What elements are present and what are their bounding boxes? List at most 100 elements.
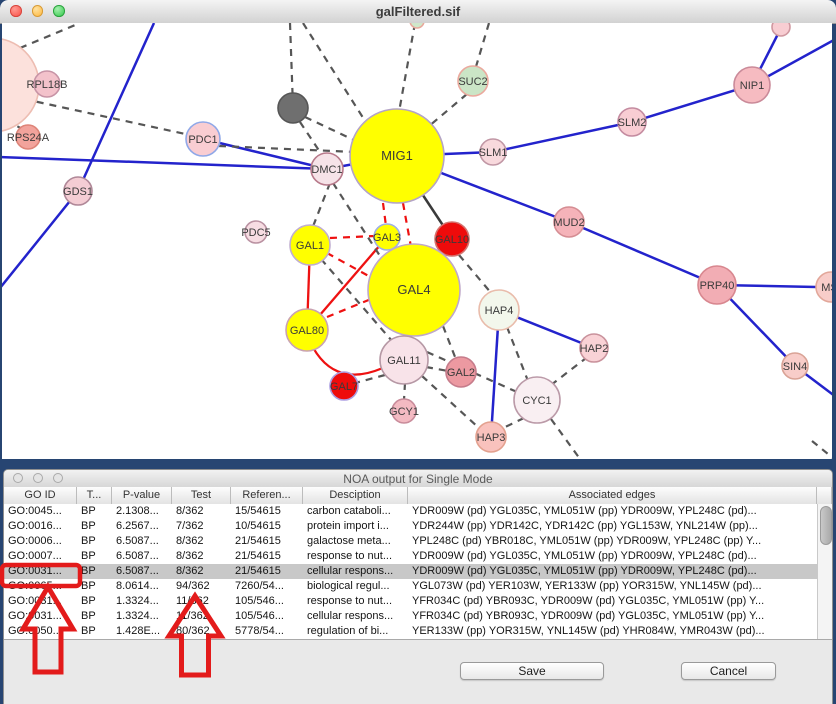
edge-gray-dash [305,117,356,141]
table-cell: 5778/54... [231,624,303,639]
table-row[interactable]: GO:0031...BP6.5087...8/36221/54615cellul… [4,564,817,579]
table-cell: 15/54615 [231,504,303,519]
node-top-green[interactable] [410,23,424,28]
save-button[interactable]: Save [460,662,604,680]
table-cell: BP [77,504,112,519]
node-label-PDC1: PDC1 [188,134,217,146]
table-cell: BP [77,594,112,609]
table-cell: 11/362 [172,609,231,624]
table-scrollbar[interactable] [817,504,832,639]
table-cell: 105/546... [231,609,303,624]
node-label-HAP2: HAP2 [580,343,609,355]
table-cell: GO:0006... [4,534,77,549]
scrollbar-thumb[interactable] [820,506,832,545]
table-bottom-border [4,639,832,640]
edge-gray-dash [551,419,580,459]
table-cell: YPL248C (pd) YBR018C, YML051W (pp) YDR00… [408,534,817,549]
table-row[interactable]: GO:0050...BP1.428E...80/3625778/54...reg… [4,624,817,639]
table-cell: BP [77,609,112,624]
edge-red-dash [383,203,386,226]
node-label-PDC5: PDC5 [241,227,270,239]
table-cell: 80/362 [172,624,231,639]
screen: galFiltered.sif RPL18BRPS24AGDS1PDC1DMC1… [0,0,836,704]
edge-blue [2,157,327,169]
table-row[interactable]: GO:0031...BP1.3324...11/362105/546...cel… [4,609,817,624]
node-label-GDS1: GDS1 [63,186,93,198]
edge-gray-dash [475,23,489,70]
table-cell: 7/362 [172,519,231,534]
noa-window-title: NOA output for Single Mode [4,472,832,486]
node-label-MUD2: MUD2 [553,217,584,229]
table-cell: BP [77,549,112,564]
table-cell: 10/54615 [231,519,303,534]
table-cell: BP [77,534,112,549]
window-title: galFiltered.sif [0,4,836,19]
column-header-4[interactable]: Referen... [231,487,303,504]
noa-output-window: NOA output for Single Mode GO IDT...P-va… [3,469,833,704]
table-cell: protein import i... [303,519,408,534]
edge-red-dash [327,253,374,279]
node-label-NIP1: NIP1 [740,80,764,92]
table-cell: BP [77,624,112,639]
edge-gray-dash [303,23,367,124]
column-header-stub [817,487,832,504]
table-cell: 8/362 [172,534,231,549]
column-header-3[interactable]: Test [172,487,231,504]
edge-gray-dash [459,255,492,294]
noa-titlebar[interactable]: NOA output for Single Mode [4,470,832,488]
table-cell: biological regul... [303,579,408,594]
node-label-RPL18B: RPL18B [27,79,68,91]
node-gray-node[interactable] [278,93,308,123]
table-cell: YFR034C (pd) YBR093C, YDR009W (pd) YGL03… [408,594,817,609]
edge-blue [717,285,832,397]
edge-gray-dash [404,383,405,400]
table-cell: GO:0031... [4,594,77,609]
table-cell: 105/546... [231,594,303,609]
network-window: galFiltered.sif RPL18BRPS24AGDS1PDC1DMC1… [0,0,836,459]
table-cell: GO:0031... [4,564,77,579]
table-row[interactable]: GO:0016...BP6.2567...7/36210/54615protei… [4,519,817,534]
table-cell: YDR009W (pd) YGL035C, YML051W (pp) YDR00… [408,564,817,579]
table-cell: GO:0045... [4,504,77,519]
table-cell: 7260/54... [231,579,303,594]
node-label-GAL11: GAL11 [387,355,420,367]
column-header-1[interactable]: T... [77,487,112,504]
table-cell: 6.5087... [112,549,172,564]
table-cell: YER133W (pp) YOR315W, YNL145W (pd) YHR08… [408,624,817,639]
table-row[interactable]: GO:0031...BP1.3324...11/362105/546...res… [4,594,817,609]
table-cell: 1.428E... [112,624,172,639]
node-top-pink[interactable] [772,23,790,36]
table-cell: 21/54615 [231,564,303,579]
node-label-CYC1: CYC1 [522,395,551,407]
cancel-button[interactable]: Cancel [681,662,776,680]
node-label-SUC2: SUC2 [458,76,487,88]
edge-gray-dash [812,441,832,458]
column-header-0[interactable]: GO ID [4,487,77,504]
table-cell: BP [77,519,112,534]
table-cell: response to nut... [303,549,408,564]
column-header-2[interactable]: P-value [112,487,172,504]
table-row[interactable]: GO:0007...BP6.5087...8/36221/54615respon… [4,549,817,564]
table-cell: 94/362 [172,579,231,594]
edge-gray-dash [399,23,415,112]
table-cell: cellular respons... [303,609,408,624]
node-label-DMC1: DMC1 [311,164,342,176]
column-header-6[interactable]: Associated edges [408,487,817,504]
table-row[interactable]: GO:0006...BP6.5087...8/36221/54615galact… [4,534,817,549]
node-label-MIG1: MIG1 [381,148,413,163]
table-cell: YDR009W (pd) YGL035C, YML051W (pp) YDR00… [408,504,817,519]
table-row[interactable]: GO:0045...BP2.1308...8/36215/54615carbon… [4,504,817,519]
table-cell: 1.3324... [112,594,172,609]
table-cell: regulation of bi... [303,624,408,639]
table-cell: 2.1308... [112,504,172,519]
table-cell: GO:0016... [4,519,77,534]
table-cell: YDR009W (pd) YGL035C, YML051W (pp) YDR00… [408,549,817,564]
node-label-GCY1: GCY1 [389,406,419,418]
table-cell: BP [77,579,112,594]
network-titlebar[interactable]: galFiltered.sif [0,0,836,24]
node-label-GAL1: GAL1 [296,240,324,252]
table-row[interactable]: GO:0065...BP8.0614...94/3627260/54...bio… [4,579,817,594]
column-header-5[interactable]: Desciption [303,487,408,504]
node-label-GAL4: GAL4 [397,282,430,297]
network-canvas[interactable]: RPL18BRPS24AGDS1PDC1DMC1MIG1SUC2SLM1SLM2… [2,23,832,459]
